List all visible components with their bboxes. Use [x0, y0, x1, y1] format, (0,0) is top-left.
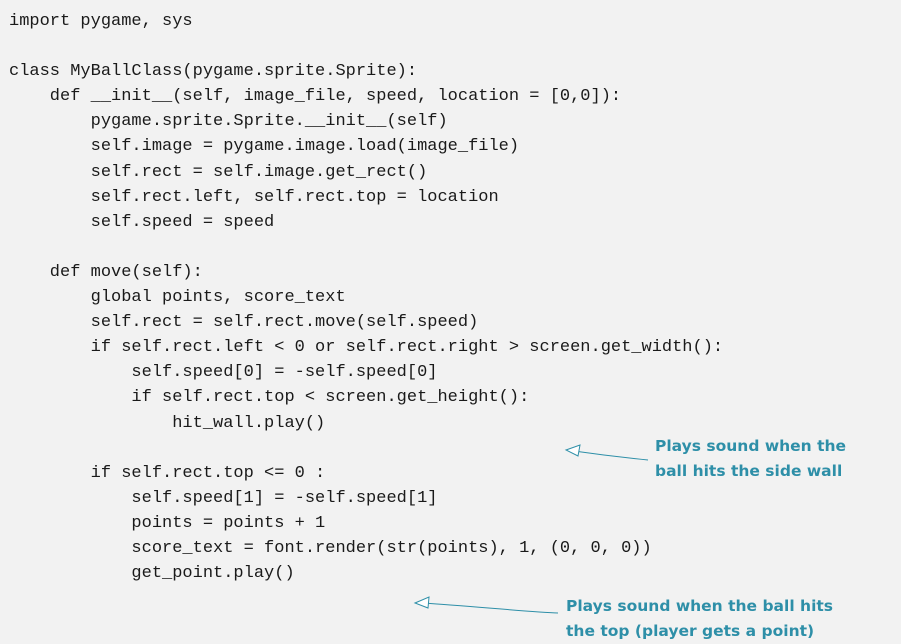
callout-arrow-side-wall	[564, 444, 649, 461]
callout-arrow-top-point	[413, 596, 559, 614]
callout-arrows	[413, 444, 649, 614]
